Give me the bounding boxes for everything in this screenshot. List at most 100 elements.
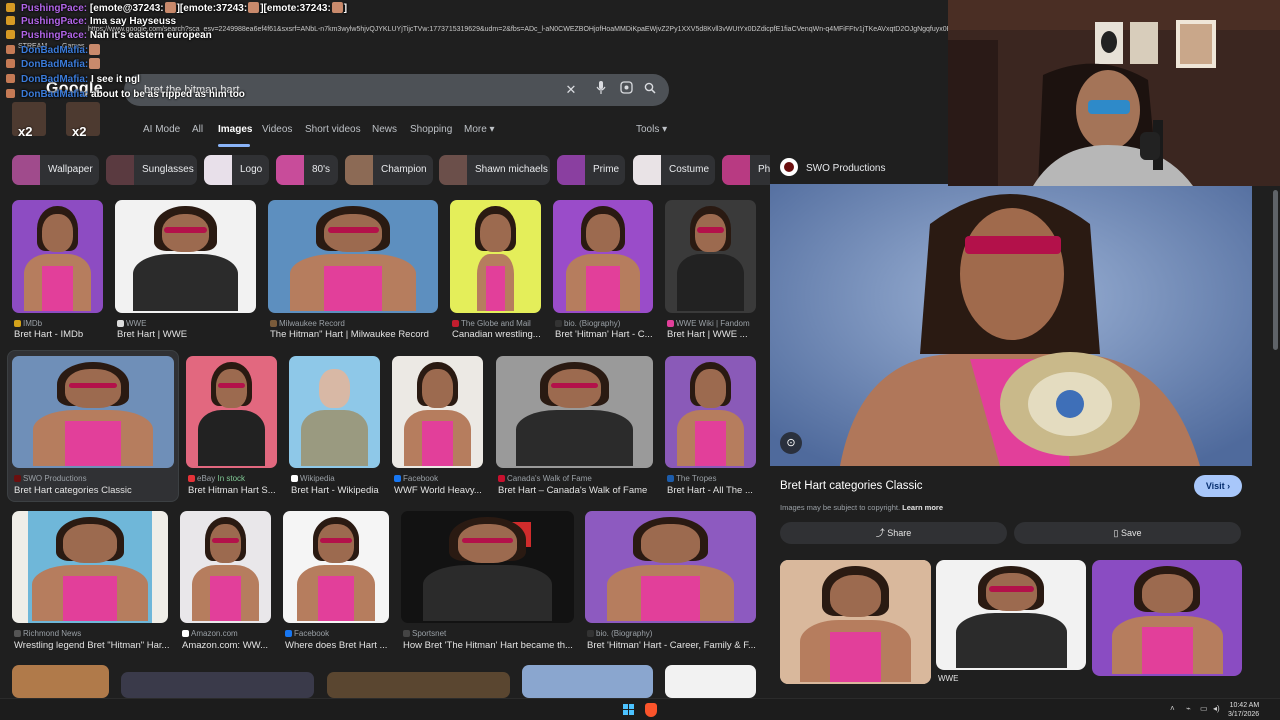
related-image[interactable] (936, 560, 1086, 670)
preview-image[interactable] (770, 184, 1252, 466)
result-image[interactable] (12, 665, 109, 698)
microphone-icon[interactable] (592, 81, 610, 99)
usb-icon[interactable]: ⌁ (1186, 704, 1191, 713)
result-image[interactable] (585, 511, 756, 623)
result-image[interactable] (12, 511, 168, 623)
result-caption[interactable]: Amazon.com: WW... (182, 640, 273, 651)
result-image[interactable] (665, 200, 756, 313)
system-clock[interactable]: 10:42 AM 3/17/2026 (1228, 701, 1259, 719)
result-image[interactable] (665, 665, 756, 698)
brave-browser-icon[interactable] (645, 703, 657, 717)
related-image[interactable] (1092, 560, 1242, 676)
lens-icon[interactable] (617, 81, 635, 99)
tab-short-videos[interactable]: Short videos (305, 124, 361, 135)
result-image[interactable] (289, 356, 380, 468)
scrollbar[interactable] (1273, 190, 1278, 350)
result-caption[interactable]: How Bret 'The Hitman' Hart became th... (403, 640, 576, 651)
tab-news[interactable]: News (372, 124, 397, 135)
chevron-up-icon[interactable]: ˄ (1170, 704, 1175, 713)
chip-costume[interactable]: Costume (633, 155, 715, 185)
result-caption[interactable]: WWF World Heavy... (394, 485, 485, 496)
result-image[interactable] (186, 356, 277, 468)
chat-username: PushingPace: (21, 30, 88, 41)
chip-80s[interactable]: 80's (276, 155, 338, 185)
result-image[interactable] (553, 200, 653, 313)
avatar: x2 (66, 102, 100, 136)
result-image[interactable] (121, 672, 314, 698)
tab-shopping[interactable]: Shopping (410, 124, 452, 135)
result-caption[interactable]: Bret Hart | WWE (117, 329, 258, 340)
result-image[interactable] (115, 200, 256, 313)
result-source: WWE Wiki | Fandom (667, 319, 758, 328)
chip-label: Prime (593, 164, 620, 175)
related-source: WWE (938, 674, 959, 683)
source-favicon-icon (667, 320, 674, 327)
save-button[interactable]: ▯ Save (1014, 522, 1241, 544)
tools-button[interactable]: Tools ▾ (636, 124, 667, 135)
result-image[interactable] (392, 356, 483, 468)
result-image[interactable] (401, 511, 574, 623)
chat-badge-icon (6, 89, 15, 98)
result-caption[interactable]: Bret Hart - All The ... (667, 485, 758, 496)
result-image[interactable] (12, 200, 103, 313)
browser-url[interactable]: https://www.google.com/search?sca_esv=22… (88, 26, 974, 33)
result-image[interactable] (180, 511, 271, 623)
tab-more[interactable]: More ▾ (464, 124, 495, 135)
volume-icon[interactable]: ◂) (1213, 704, 1220, 713)
learn-more-link[interactable]: Learn more (902, 503, 943, 512)
result-caption[interactable]: Bret 'Hitman' Hart - C... (555, 329, 655, 340)
result-caption[interactable]: Bret Hart - Wikipedia (291, 485, 382, 496)
chip-shawn-michaels[interactable]: Shawn michaels (439, 155, 550, 185)
tab-images[interactable]: Images (218, 124, 252, 135)
chip-label: Sunglasses (142, 164, 194, 175)
source-favicon-icon (452, 320, 459, 327)
network-icon[interactable]: ▭ (1200, 704, 1208, 713)
result-image[interactable] (522, 665, 653, 698)
chip-label: 80's (312, 164, 331, 175)
chip-prime[interactable]: Prime (557, 155, 625, 185)
result-image[interactable] (665, 356, 756, 468)
lens-search-icon[interactable]: ⊙ (780, 432, 802, 454)
result-caption[interactable]: Bret Hart | WWE ... (667, 329, 758, 340)
chip-thumbnail (204, 155, 232, 185)
result-image[interactable] (496, 356, 653, 468)
visit-button[interactable]: Visit › (1194, 475, 1242, 497)
chip-sunglasses[interactable]: Sunglasses (106, 155, 197, 185)
tab-videos[interactable]: Videos (262, 124, 292, 135)
search-icon[interactable] (641, 81, 659, 99)
chat-badge-icon (6, 3, 15, 12)
result-image[interactable] (283, 511, 389, 623)
chip-logo[interactable]: Logo (204, 155, 269, 185)
result-caption[interactable]: Bret Hart categories Classic (14, 485, 176, 496)
result-caption[interactable]: Bret Hart - IMDb (14, 329, 105, 340)
tab-all[interactable]: All (192, 124, 203, 135)
preview-source[interactable]: SWO Productions (780, 158, 885, 176)
result-caption[interactable]: Bret Hart – Canada's Walk of Fame (498, 485, 655, 496)
chip-champion[interactable]: Champion (345, 155, 433, 185)
chip-wallpaper[interactable]: Wallpaper (12, 155, 99, 185)
result-caption[interactable]: Bret 'Hitman' Hart - Career, Family & F.… (587, 640, 758, 651)
result-caption[interactable]: Wrestling legend Bret "Hitman" Har... (14, 640, 170, 651)
chat-badge-icon (6, 74, 15, 83)
result-image[interactable] (450, 200, 541, 313)
result-image[interactable] (327, 672, 510, 698)
chip-ph[interactable]: Ph (722, 155, 772, 185)
related-image[interactable] (780, 560, 931, 684)
chip-thumbnail (276, 155, 304, 185)
result-caption[interactable]: Where does Bret Hart ... (285, 640, 391, 651)
emote-icon (164, 2, 176, 13)
result-image[interactable] (12, 356, 174, 468)
source-favicon-icon (270, 320, 277, 327)
preview-title[interactable]: Bret Hart categories Classic (780, 480, 923, 492)
avatar-count: x2 (18, 124, 33, 136)
result-caption[interactable]: Canadian wrestling... (452, 329, 543, 340)
share-button[interactable]: ⤴ Share (780, 522, 1007, 544)
result-caption[interactable]: The Hitman" Hart | Milwaukee Record (270, 329, 440, 340)
result-image[interactable] (268, 200, 438, 313)
source-favicon-icon (291, 475, 298, 482)
result-caption[interactable]: Bret Hitman Hart S... (188, 485, 279, 496)
tab-ai-mode[interactable]: AI Mode (143, 124, 180, 135)
windows-start-icon[interactable] (623, 704, 635, 716)
clear-icon[interactable]: ✕ (562, 81, 580, 99)
chat-text: about to be as ripped as him too (91, 89, 245, 100)
